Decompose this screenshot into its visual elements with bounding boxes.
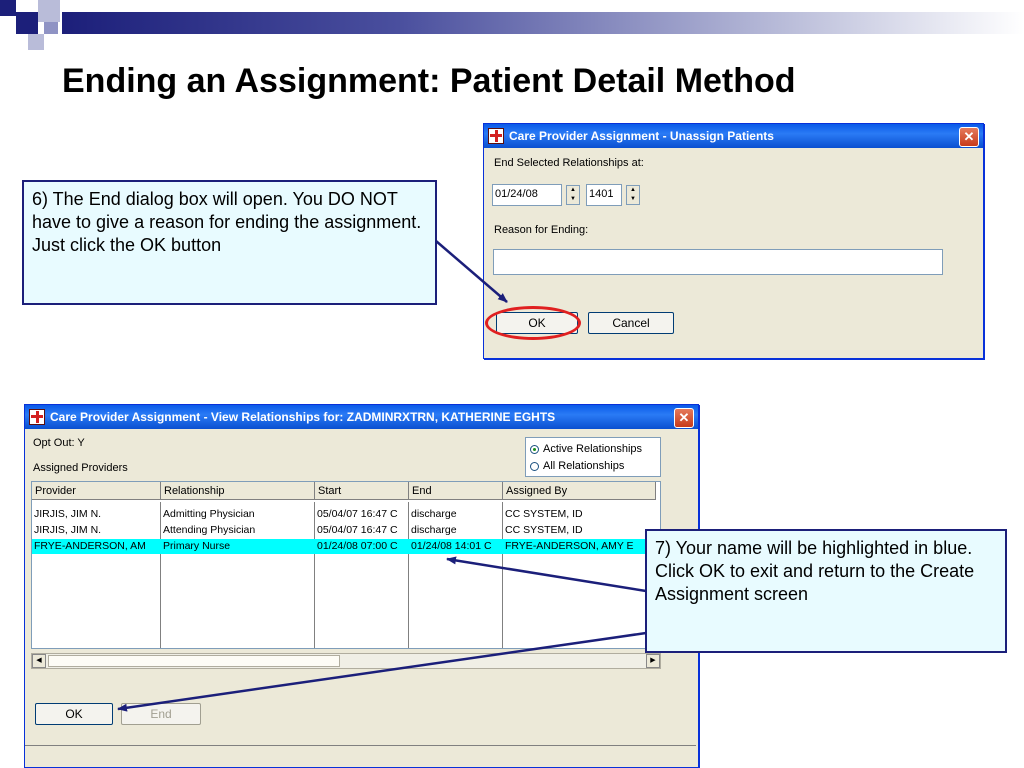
date-spinner[interactable]: ▲ ▼: [566, 185, 580, 205]
end-time-field[interactable]: 1401: [586, 184, 622, 206]
ok-highlight-ring: [485, 306, 581, 340]
scroll-thumb[interactable]: [48, 655, 340, 667]
column-header-end[interactable]: End: [409, 482, 503, 500]
dialog-title-bar: Care Provider Assignment - Unassign Pati…: [484, 124, 983, 148]
app-cross-icon: [29, 409, 45, 425]
cell-start: 05/04/07 16:47 C: [317, 508, 398, 520]
cancel-button[interactable]: Cancel: [588, 312, 674, 334]
opt-out-label: Opt Out: Y: [33, 437, 85, 449]
relationship-filter-group: Active Relationships All Relationships: [525, 437, 661, 477]
close-icon[interactable]: ✕: [959, 127, 979, 147]
relationships-grid: Provider Relationship Start End Assigned…: [31, 481, 661, 649]
cell-assigned-by: CC SYSTEM, ID: [505, 524, 583, 536]
cell-end: discharge: [411, 524, 457, 536]
column-header-provider[interactable]: Provider: [32, 482, 161, 500]
decorative-square: [16, 12, 38, 34]
cell-provider: JIRJIS, JIM N.: [34, 508, 102, 520]
cell-relationship: Attending Physician: [163, 524, 256, 536]
cell-end: 01/24/08 14:01 C: [411, 540, 492, 552]
ok-button[interactable]: OK: [35, 703, 113, 725]
spin-down-icon[interactable]: ▼: [627, 195, 639, 204]
cell-start: 05/04/07 16:47 C: [317, 524, 398, 536]
cell-provider: JIRJIS, JIM N.: [34, 524, 102, 536]
column-header-relationship[interactable]: Relationship: [161, 482, 315, 500]
cell-assigned-by: CC SYSTEM, ID: [505, 508, 583, 520]
cell-assigned-by: FRYE-ANDERSON, AMY E: [505, 540, 634, 552]
radio-active-relationships[interactable]: Active Relationships: [530, 443, 642, 455]
end-date-field[interactable]: 01/24/08: [492, 184, 562, 206]
scroll-right-icon[interactable]: ▶: [646, 654, 660, 668]
callout-step-6: 6) The End dialog box will open. You DO …: [22, 180, 437, 305]
spin-up-icon[interactable]: ▲: [627, 186, 639, 195]
radio-all-relationships[interactable]: All Relationships: [530, 460, 624, 472]
spin-up-icon[interactable]: ▲: [567, 186, 579, 195]
cell-relationship: Admitting Physician: [163, 508, 255, 520]
decorative-square: [28, 34, 44, 50]
dialog-title: Care Provider Assignment - Unassign Pati…: [509, 129, 774, 143]
cell-relationship: Primary Nurse: [163, 540, 231, 552]
end-button[interactable]: End: [121, 703, 201, 725]
radio-selected-icon: [530, 444, 539, 454]
column-header-assigned-by[interactable]: Assigned By: [503, 482, 656, 500]
window-title-bar: Care Provider Assignment - View Relation…: [25, 405, 698, 429]
scroll-left-icon[interactable]: ◀: [32, 654, 46, 668]
assigned-providers-label: Assigned Providers: [33, 462, 128, 474]
cell-provider: FRYE-ANDERSON, AM: [34, 540, 146, 552]
time-spinner[interactable]: ▲ ▼: [626, 185, 640, 205]
column-header-start[interactable]: Start: [315, 482, 409, 500]
close-icon[interactable]: ✕: [674, 408, 694, 428]
reason-input[interactable]: [493, 249, 943, 275]
decorative-square: [0, 0, 16, 16]
cell-end: discharge: [411, 508, 457, 520]
table-row-selected[interactable]: FRYE-ANDERSON, AM Primary Nurse 01/24/08…: [32, 539, 656, 554]
radio-empty-icon: [530, 461, 539, 471]
status-bar: [25, 745, 696, 765]
table-row[interactable]: JIRJIS, JIM N. Admitting Physician 05/04…: [32, 507, 656, 522]
header-gradient-bar: [62, 12, 1024, 34]
cell-start: 01/24/08 07:00 C: [317, 540, 398, 552]
decorative-square: [38, 0, 60, 22]
slide-title: Ending an Assignment: Patient Detail Met…: [62, 62, 796, 100]
callout-step-7: 7) Your name will be highlighted in blue…: [645, 529, 1007, 653]
decorative-square: [44, 22, 58, 34]
table-row[interactable]: JIRJIS, JIM N. Attending Physician 05/04…: [32, 523, 656, 538]
window-title: Care Provider Assignment - View Relation…: [50, 410, 556, 424]
horizontal-scrollbar[interactable]: ◀ ▶: [31, 653, 661, 669]
spin-down-icon[interactable]: ▼: [567, 195, 579, 204]
reason-label: Reason for Ending:: [494, 224, 589, 236]
app-cross-icon: [488, 128, 504, 144]
view-relationships-window: Care Provider Assignment - View Relation…: [24, 404, 699, 768]
end-relationships-label: End Selected Relationships at:: [494, 157, 644, 169]
